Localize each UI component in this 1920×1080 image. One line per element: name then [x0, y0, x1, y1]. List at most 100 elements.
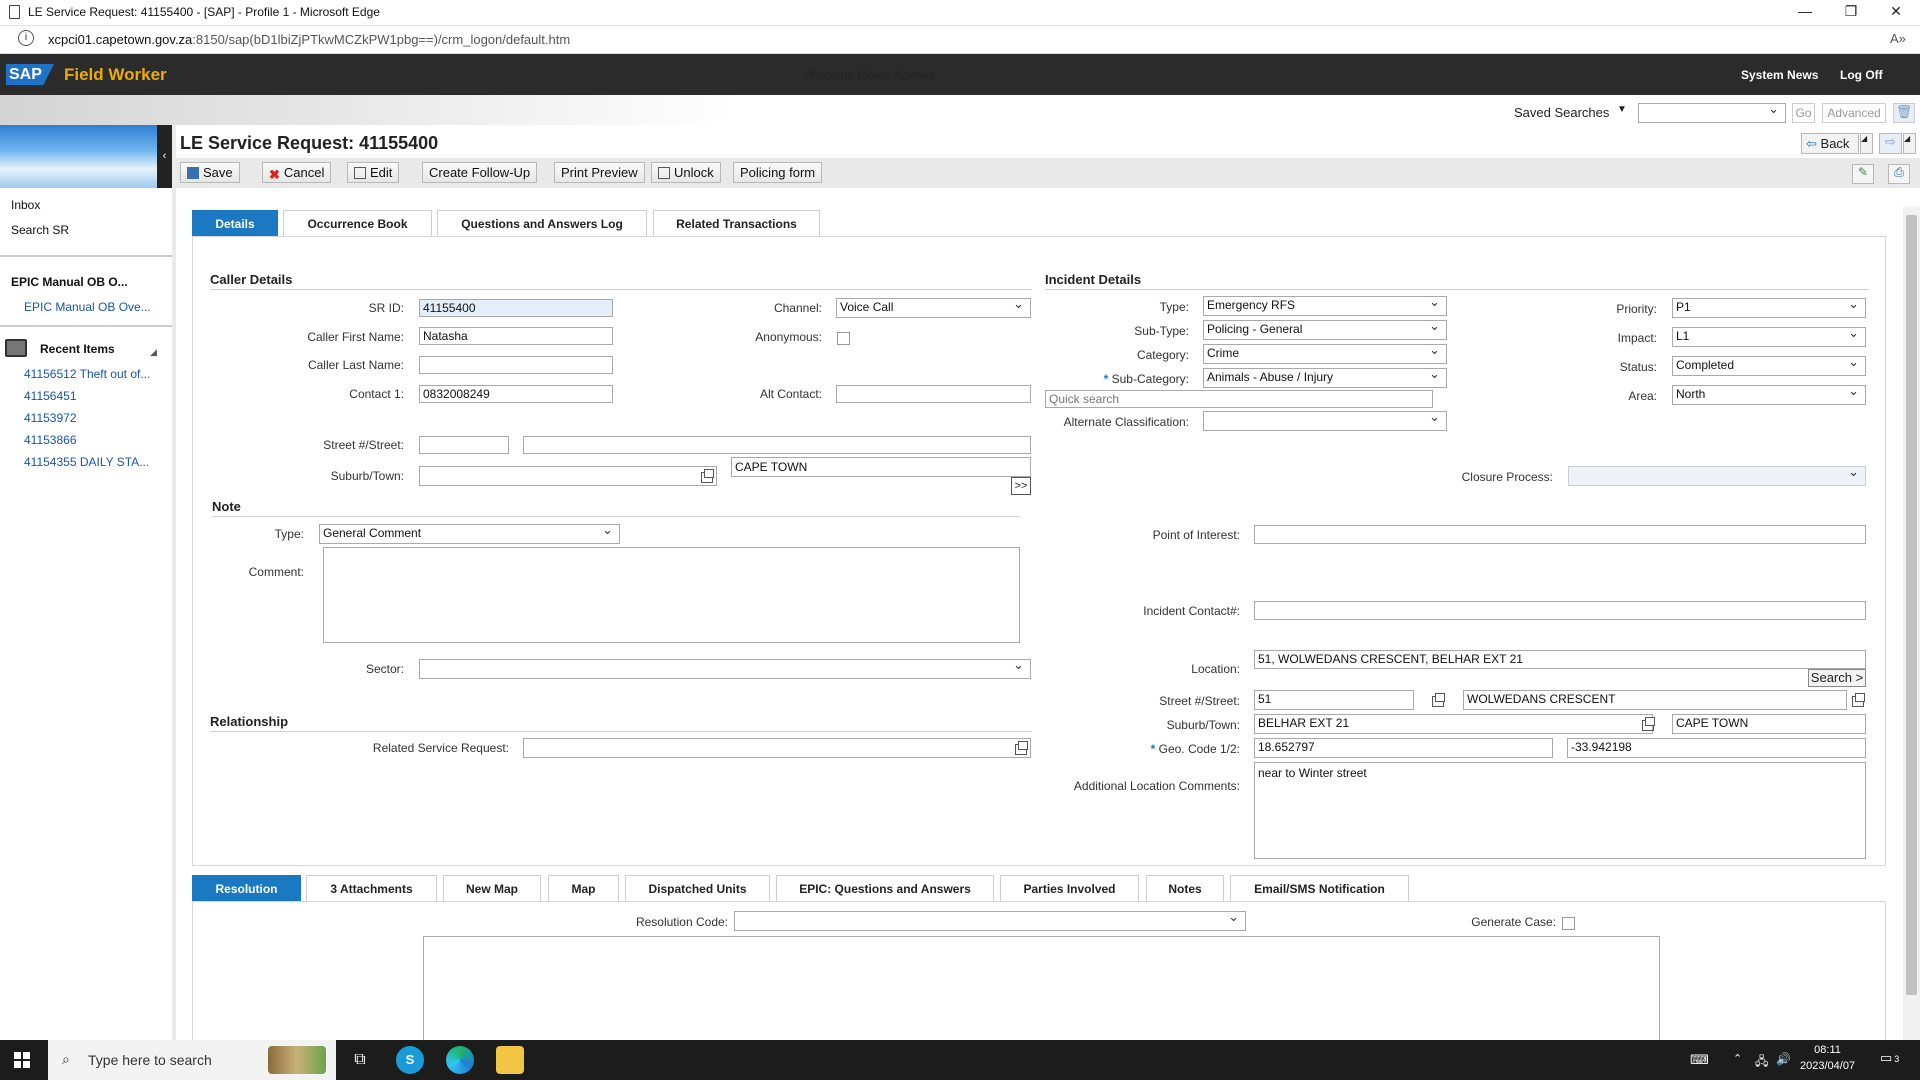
generate-case-checkbox[interactable]: [1562, 917, 1575, 930]
saved-searches-label[interactable]: Saved Searches: [1514, 105, 1609, 120]
geo-code-1-field[interactable]: 18.652797: [1254, 738, 1553, 758]
recent-item[interactable]: 41153866: [24, 433, 77, 447]
alt-contact-field[interactable]: [836, 385, 1031, 403]
incident-street-number-field[interactable]: 51: [1254, 690, 1414, 710]
minimize-icon[interactable]: —: [1790, 3, 1820, 19]
cancel-button[interactable]: ✖ Cancel: [262, 162, 332, 183]
close-icon[interactable]: ✕: [1881, 3, 1911, 20]
edit-button[interactable]: Edit: [347, 162, 400, 183]
value-help-icon[interactable]: [1642, 717, 1655, 731]
forward-history-icon[interactable]: ◢: [1903, 133, 1916, 154]
tab-attachments[interactable]: 3 Attachments: [306, 875, 437, 902]
quick-search-input[interactable]: Quick search: [1045, 390, 1433, 408]
personalize-icon[interactable]: ✎: [1852, 164, 1874, 184]
recent-item[interactable]: 41153972: [24, 411, 77, 425]
back-history-icon[interactable]: ◢: [1860, 133, 1873, 154]
keyboard-icon[interactable]: ⌨: [1690, 1052, 1709, 1068]
sidebar-item-inbox[interactable]: Inbox: [11, 198, 40, 212]
caret-down-icon[interactable]: ▼: [1617, 104, 1627, 115]
street-field[interactable]: [523, 436, 1031, 454]
tab-new-map[interactable]: New Map: [443, 875, 541, 902]
advanced-button[interactable]: Advanced: [1822, 103, 1886, 123]
incident-suburb-field[interactable]: BELHAR EXT 21: [1254, 714, 1653, 734]
impact-select[interactable]: L1: [1672, 327, 1866, 347]
tab-questions-answers-log[interactable]: Questions and Answers Log: [437, 210, 647, 237]
area-select[interactable]: North: [1672, 385, 1866, 405]
location-search-button[interactable]: Search >: [1808, 669, 1866, 687]
related-sr-field[interactable]: [523, 738, 1031, 758]
tab-notes[interactable]: Notes: [1146, 875, 1224, 902]
anonymous-checkbox[interactable]: [837, 332, 850, 345]
print-icon[interactable]: ⎙: [1888, 164, 1910, 184]
page-scrollbar[interactable]: [1903, 207, 1920, 1040]
taskbar-clock[interactable]: 08:11 2023/04/07: [1800, 1044, 1855, 1072]
save-button[interactable]: Save: [180, 162, 240, 183]
closure-process-select[interactable]: [1568, 466, 1866, 486]
task-view-icon[interactable]: ⧉: [346, 1046, 374, 1074]
recent-item[interactable]: 41156512 Theft out of...: [24, 367, 150, 381]
subcategory-select[interactable]: Animals - Abuse / Injury: [1203, 368, 1447, 388]
value-help-icon[interactable]: [701, 469, 714, 483]
incident-town-field[interactable]: CAPE TOWN: [1672, 714, 1866, 734]
street-number-field[interactable]: [419, 436, 509, 454]
tab-related-transactions[interactable]: Related Transactions: [653, 210, 820, 237]
note-type-select[interactable]: General Comment: [319, 524, 620, 544]
resolution-textarea[interactable]: [423, 936, 1660, 1040]
status-select[interactable]: Completed: [1672, 356, 1866, 376]
value-help-icon[interactable]: [1852, 693, 1865, 707]
tab-epic-questions-answers[interactable]: EPIC: Questions and Answers: [776, 875, 994, 902]
tab-dispatched-units[interactable]: Dispatched Units: [625, 875, 770, 902]
expand-icon[interactable]: ◢: [150, 347, 157, 358]
sidebar-item-search-sr[interactable]: Search SR: [11, 223, 69, 237]
network-icon[interactable]: 🖧: [1755, 1052, 1768, 1073]
beaver-widget-icon[interactable]: [268, 1046, 326, 1074]
policing-form-button[interactable]: Policing form: [733, 162, 823, 183]
scrollbar-thumb[interactable]: [1906, 215, 1917, 995]
channel-select[interactable]: Voice Call: [836, 298, 1031, 318]
tab-email-sms-notification[interactable]: Email/SMS Notification: [1230, 875, 1409, 902]
system-news-link[interactable]: System News: [1741, 68, 1818, 82]
volume-icon[interactable]: 🔊: [1776, 1052, 1791, 1066]
back-button[interactable]: ⇦ Back: [1801, 133, 1859, 154]
trash-icon[interactable]: 🗑: [1893, 103, 1915, 123]
location-field[interactable]: 51, WOLWEDANS CRESCENT, BELHAR EXT 21: [1254, 650, 1866, 669]
notifications-icon[interactable]: ▭ 3: [1880, 1050, 1899, 1066]
url-field[interactable]: xcpci01.capetown.gov.za:8150/sap(bD1lbiZ…: [48, 32, 570, 47]
epic-link[interactable]: EPIC Manual OB Ove...: [24, 300, 151, 314]
tab-occurrence-book[interactable]: Occurrence Book: [283, 210, 432, 237]
subtype-select[interactable]: Policing - General: [1203, 320, 1447, 340]
point-of-interest-field[interactable]: [1254, 525, 1866, 544]
priority-select[interactable]: P1: [1672, 298, 1866, 318]
windows-start-icon[interactable]: [14, 1052, 30, 1068]
value-help-icon[interactable]: [1015, 741, 1028, 755]
comment-textarea[interactable]: [323, 547, 1020, 643]
value-help-icon[interactable]: [1432, 693, 1445, 707]
alternate-classification-select[interactable]: [1203, 411, 1447, 431]
taskbar-search-box[interactable]: ⌕ Type here to search: [48, 1040, 336, 1080]
incident-street-field[interactable]: WOLWEDANS CRESCENT: [1463, 690, 1847, 710]
resolution-code-select[interactable]: [734, 911, 1246, 931]
geo-code-2-field[interactable]: -33.942198: [1567, 738, 1866, 758]
recent-item[interactable]: 41154355 DAILY STA...: [24, 455, 149, 469]
incident-contact-field[interactable]: [1254, 601, 1866, 620]
recent-item[interactable]: 41156451: [24, 389, 77, 403]
tray-chevron-icon[interactable]: ⌃: [1733, 1052, 1742, 1065]
log-off-link[interactable]: Log Off: [1840, 68, 1883, 82]
read-aloud-icon[interactable]: A»: [1890, 31, 1906, 46]
info-icon[interactable]: i: [18, 30, 34, 46]
town-field[interactable]: CAPE TOWN: [731, 457, 1031, 477]
sector-select[interactable]: [419, 659, 1031, 679]
more-address-button[interactable]: >>: [1011, 477, 1031, 495]
edge-icon[interactable]: [446, 1046, 474, 1074]
category-select[interactable]: Crime: [1203, 344, 1447, 364]
go-button[interactable]: Go: [1792, 103, 1815, 123]
forward-arrow-icon[interactable]: ⇨: [1879, 133, 1902, 154]
unlock-button[interactable]: Unlock: [651, 162, 721, 183]
sr-id-field[interactable]: 41155400: [419, 299, 613, 317]
contact-1-field[interactable]: 0832008249: [419, 385, 613, 403]
saved-searches-select[interactable]: [1638, 103, 1786, 123]
tab-map[interactable]: Map: [548, 875, 619, 902]
tab-parties-involved[interactable]: Parties Involved: [1000, 875, 1139, 902]
file-explorer-icon[interactable]: [496, 1046, 524, 1074]
print-preview-button[interactable]: Print Preview: [554, 162, 645, 183]
